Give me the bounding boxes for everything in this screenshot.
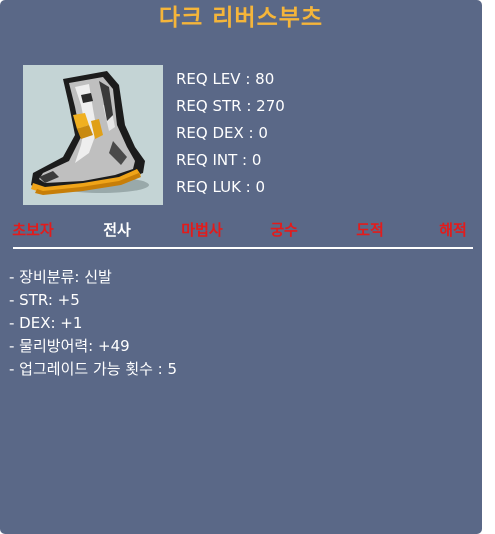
requirements-list: REQ LEV : 80 REQ STR : 270 REQ DEX : 0 R… [176,68,376,203]
stat-upgrade-slots: - 업그레이드 가능 횟수 : 5 [9,360,178,378]
boots-icon [23,65,163,205]
job-list: 초보자 전사 마법사 궁수 도적 해적 [0,220,482,244]
req-luk: REQ LUK : 0 [176,178,266,196]
stat-category: - 장비분류: 신발 [9,268,112,286]
stat-str: - STR: +5 [9,291,80,309]
job-archer: 궁수 [270,221,298,239]
job-thief: 도적 [356,221,384,239]
job-beginner: 초보자 [12,221,54,239]
divider [13,247,473,249]
job-magician: 마법사 [181,221,223,239]
req-dex: REQ DEX : 0 [176,124,268,142]
req-int: REQ INT : 0 [176,151,262,169]
item-tooltip: 다크 리버스부츠 REQ LEV : 80 REQ STR: 270 REQ … [0,0,482,534]
job-warrior: 전사 [103,221,131,239]
item-stats: - 장비분류: 신발 - STR: +5 - DEX: +1 - 물리방어력: … [9,266,469,381]
req-level: REQ LEV : 80 [176,70,275,88]
background-edge [482,0,495,534]
stat-dex: - DEX: +1 [9,314,83,332]
req-str: REQ STR : 270 [176,97,285,115]
item-name: 다크 리버스부츠 [158,5,324,31]
job-pirate: 해적 [439,221,467,239]
stat-defense: - 물리방어력: +49 [9,337,130,355]
